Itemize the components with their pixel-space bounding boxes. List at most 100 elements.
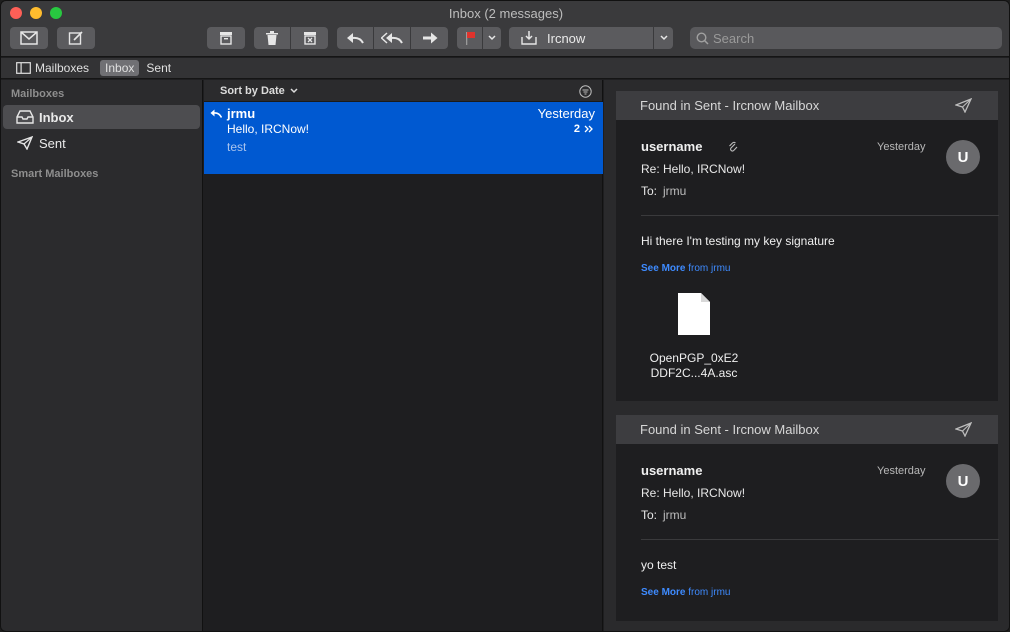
inbox-tray-icon [11,110,39,124]
favorites-inbox-label: Inbox [105,61,135,75]
sender-avatar: U [946,140,980,174]
message-card: Found in Sent - Ircnow Mailbox username … [616,415,999,621]
found-in-label: Found in Sent - Ircnow Mailbox [640,98,820,113]
see-more-link[interactable]: See More from jrmu [641,587,730,598]
message-timestamp: Yesterday [877,141,926,153]
message-sender-name: username [641,139,703,154]
attachment-clip-icon [729,141,738,152]
reply-group [337,27,448,49]
flag-menu-button[interactable] [483,27,501,49]
flag-icon [465,32,475,45]
reply-button[interactable] [337,27,374,49]
message-sender: jrmu [227,106,256,121]
message-list: Sort by Date jrmu Yesterday Hello, IRCNo… [204,80,603,631]
to-recipient: jrmu [663,184,687,198]
message-subject-line: Re: Hello, IRCNow! [641,486,746,500]
delete-button[interactable] [254,27,291,49]
double-chevron-right-icon [584,125,593,133]
chevron-down-icon [659,35,668,41]
sidebar-mailboxes-header[interactable]: Mailboxes [1,88,64,100]
mailbox-sidebar: Mailboxes Inbox Sent Smart Mailboxes [1,80,203,631]
message-list-header: Sort by Date [204,80,602,102]
favorites-mailboxes-label: Mailboxes [35,61,90,75]
see-more-label: See More [641,587,686,598]
replied-icon [210,109,222,118]
header-divider [641,215,999,216]
compose-icon [68,31,83,45]
message-viewer: Found in Sent - Ircnow Mailbox username … [604,80,1009,631]
message-body: yo test [641,558,677,572]
message-card-header: Found in Sent - Ircnow Mailbox [616,415,998,444]
sort-by-button[interactable]: Sort by Date [220,85,298,97]
favorites-sent-label: Sent [146,61,172,75]
paper-plane-icon [955,422,972,437]
sidebar-item-inbox[interactable]: Inbox [3,105,200,129]
mail-window: Inbox (2 messages) Ircnow Search Mailbox… [0,0,1010,632]
mailbox-select-arrow[interactable] [653,27,673,49]
envelope-icon [20,31,38,45]
attachment-file[interactable]: OpenPGP_0xE2 DDF2C...4A.asc [644,292,744,381]
junk-box-icon [303,32,316,45]
sidebar-smart-mailboxes-header[interactable]: Smart Mailboxes [1,168,98,180]
sidebar-item-sent[interactable]: Sent [3,131,200,155]
search-icon [696,31,709,45]
header-divider [641,539,999,540]
thread-count: 2 [573,123,580,135]
paper-plane-icon [11,136,39,150]
message-subject-line: Re: Hello, IRCNow! [641,162,746,176]
chevron-down-icon [488,35,496,41]
paper-plane-icon [955,98,972,113]
attachment-name-line1: OpenPGP_0xE2 [649,351,739,365]
archive-button[interactable] [207,27,245,49]
found-in-label: Found in Sent - Ircnow Mailbox [640,422,820,437]
reply-arrow-icon [347,33,364,44]
chevron-down-icon [290,87,298,93]
flag-group [457,27,501,49]
see-more-link[interactable]: See More from jrmu [641,263,730,274]
attachment-name-line2: DDF2C...4A.asc [650,366,738,380]
message-preview: test [227,140,247,154]
search-field[interactable] [690,27,1002,49]
message-sender-name: username [641,463,703,478]
sidebar-toggle-icon [16,62,31,74]
message-to-line: To: jrmu [641,184,686,198]
favorites-bar: Mailboxes Inbox Sent [1,58,1009,79]
title-bar: Inbox (2 messages) Ircnow Search [1,1,1009,57]
archive-box-icon [220,32,232,45]
filter-icon[interactable] [579,85,592,98]
get-mail-button[interactable] [10,27,48,49]
see-more-from: from jrmu [688,263,731,274]
attachment-name: OpenPGP_0xE2 DDF2C...4A.asc [644,351,744,381]
to-label: To: [641,184,658,198]
forward-arrow-icon [422,32,437,44]
search-input[interactable] [713,30,993,46]
sender-avatar: U [946,464,980,498]
favorites-mailboxes-button[interactable]: Mailboxes [11,60,94,76]
thread-count-badge[interactable]: 2 [574,123,593,135]
message-list-item[interactable]: jrmu Yesterday Hello, IRCNow! 2 test [204,102,603,174]
junk-button[interactable] [291,27,328,49]
reply-all-icon [381,32,403,44]
message-timestamp: Yesterday [877,465,926,477]
window-title: Inbox (2 messages) [448,6,564,21]
sort-by-label: Sort by Date [220,84,285,97]
move-to-mailbox-label: Ircnow [547,30,586,46]
favorites-inbox-button[interactable]: Inbox [100,60,140,76]
see-more-label: See More [641,263,686,274]
flag-button[interactable] [457,27,483,49]
message-subject: Hello, IRCNow! [227,122,310,136]
see-more-from: from jrmu [688,587,731,598]
move-to-mailbox-select[interactable]: Ircnow [509,27,673,49]
favorites-sent-button[interactable]: Sent [141,60,176,76]
forward-button[interactable] [411,27,448,49]
compose-button[interactable] [57,27,95,49]
to-label: To: [641,508,658,522]
to-recipient: jrmu [663,508,687,522]
document-icon [678,293,710,335]
sidebar-item-label: Inbox [39,109,74,125]
message-date: Yesterday [537,106,595,121]
message-body: Hi there I'm testing my key signature [641,234,835,248]
message-card: Found in Sent - Ircnow Mailbox username … [616,91,999,401]
reply-all-button[interactable] [374,27,411,49]
delete-junk-group [254,27,328,49]
